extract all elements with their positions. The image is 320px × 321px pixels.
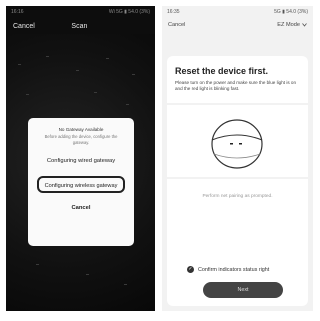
check-circle-icon: ✓	[187, 266, 194, 273]
device-illustration	[167, 100, 308, 182]
pairing-header: Cancel EZ Mode	[162, 18, 313, 32]
dialog-subtitle: Before adding the device, configure the …	[44, 134, 118, 145]
page-title: Scan	[71, 22, 88, 30]
cancel-button[interactable]: Cancel	[13, 23, 35, 30]
page-title: Reset the device first.	[175, 66, 269, 76]
status-time: 16:16	[11, 9, 24, 15]
confirm-indicators-checkbox[interactable]: ✓ Confirm indicators status right	[187, 266, 269, 273]
status-bar: 16:35 5G ▮ 54.0 (3%)	[162, 6, 313, 18]
status-bar: 16:16 Wi 5G ▮ 54.0 (3%)	[6, 6, 155, 18]
dialog-cancel-button[interactable]: Cancel	[28, 205, 134, 211]
mode-label: EZ Mode	[277, 22, 300, 28]
reset-instructions-card: Reset the device first. Please turn on t…	[167, 56, 308, 306]
dialog-title: No Gateway Available	[58, 127, 104, 132]
mode-selector[interactable]: EZ Mode	[277, 22, 307, 28]
no-gateway-dialog: No Gateway Available Before adding the d…	[28, 118, 134, 246]
status-indicators: Wi 5G ▮ 54.0 (3%)	[108, 9, 150, 15]
pairing-hint: Perform net pairing as prompted.	[202, 194, 273, 199]
status-indicators: 5G ▮ 54.0 (3%)	[274, 9, 308, 15]
chevron-down-icon	[302, 23, 307, 27]
scan-header: Cancel Scan	[6, 18, 155, 34]
configure-wireless-gateway-button[interactable]: Configuring wireless gateway	[37, 176, 125, 193]
confirm-label: Confirm indicators status right	[198, 266, 270, 273]
device-image	[167, 103, 308, 179]
left-phone-screen: 16:16 Wi 5G ▮ 54.0 (3%) Cancel Scan No G…	[6, 6, 155, 311]
right-phone-screen: 16:35 5G ▮ 54.0 (3%) Cancel EZ Mode Rese…	[162, 6, 313, 311]
next-button[interactable]: Next	[203, 282, 283, 298]
status-time: 16:35	[167, 9, 180, 15]
configure-wired-gateway-button[interactable]: Configuring wired gateway	[28, 158, 134, 164]
cancel-button[interactable]: Cancel	[168, 22, 185, 28]
instructions-text: Please turn on the power and make sure t…	[175, 80, 297, 91]
